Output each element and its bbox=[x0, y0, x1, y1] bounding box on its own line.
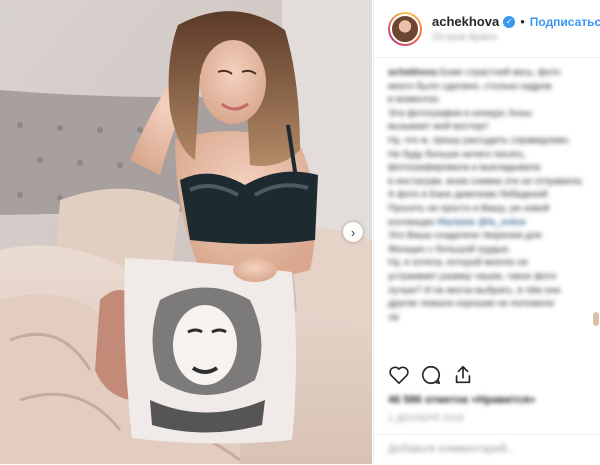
header-text: achekhova ✓ • Подписаться Остров Бранч bbox=[432, 14, 600, 43]
like-button[interactable] bbox=[388, 364, 410, 386]
follow-button[interactable]: Подписаться bbox=[530, 15, 600, 29]
caption-author[interactable]: achekhova bbox=[388, 67, 437, 78]
caption-line: Просить не просто и Вашу, уж новой bbox=[388, 202, 550, 214]
post-date: 1 ДЕКАБРЯ 2018 bbox=[388, 413, 464, 423]
comment-icon bbox=[421, 365, 441, 385]
carousel-next-button[interactable]: › bbox=[343, 222, 363, 242]
action-bar bbox=[388, 364, 474, 386]
location-link[interactable]: Остров Бранч bbox=[432, 32, 600, 43]
post-photo[interactable]: › bbox=[0, 0, 372, 464]
share-button[interactable] bbox=[452, 364, 474, 386]
caption-scrollbar[interactable] bbox=[593, 312, 599, 326]
avatar-image bbox=[390, 13, 420, 44]
caption-line: коллекции bbox=[388, 216, 434, 228]
post-caption: achekhova Боже страстней весь, фото мног… bbox=[388, 66, 593, 324]
caption-line: Эта фотография в конкурс Анны bbox=[388, 107, 533, 119]
caption-line: Ну, что ж, прошу рассудить справедливо. bbox=[388, 134, 571, 146]
username-link[interactable]: achekhova bbox=[432, 14, 499, 29]
comment-button[interactable] bbox=[420, 364, 442, 386]
caption-line: Ну, я хотела, которой многих не bbox=[388, 257, 528, 269]
comment-box: Добавьте комментарий... bbox=[374, 434, 600, 465]
caption-line: Боже страстней весь, фото bbox=[439, 67, 561, 78]
caption-line: Женщин с большой грудью. bbox=[388, 243, 511, 255]
header-row: achekhova ✓ • Подписаться bbox=[432, 14, 600, 29]
share-icon bbox=[455, 365, 471, 384]
verified-badge-icon: ✓ bbox=[503, 15, 516, 28]
caption-line: Не буду больше ничего писать, bbox=[388, 148, 527, 160]
instagram-post: › achekhova ✓ • Подписаться Остров Бранч… bbox=[0, 0, 600, 464]
heart-icon bbox=[389, 366, 409, 384]
caption-line: вызывает мой восторг! bbox=[388, 121, 489, 133]
caption-line: другие лежали хорошие не положили bbox=[388, 298, 555, 310]
caption-line: ли bbox=[388, 311, 399, 323]
avatar[interactable] bbox=[388, 11, 422, 46]
caption-line: устраивает размер чашки, такое фото bbox=[388, 270, 557, 282]
chevron-right-icon: › bbox=[350, 224, 356, 240]
post-header: achekhova ✓ • Подписаться Остров Бранч bbox=[374, 0, 600, 58]
separator: • bbox=[520, 14, 525, 29]
post-side-panel: achekhova ✓ • Подписаться Остров Бранч a… bbox=[373, 0, 600, 464]
caption-line: А фото в Бане девочкам Лебединой bbox=[388, 189, 548, 201]
caption-line: в моментах bbox=[388, 94, 439, 106]
caption-line: лучше? И не могла выбрать, в чём они bbox=[388, 284, 561, 296]
hashtag-link[interactable]: #fantasie bbox=[437, 217, 476, 228]
likes-count[interactable]: 46 586 отметок «Нравится» bbox=[388, 394, 536, 406]
mention-link[interactable]: @fa_online bbox=[478, 217, 526, 228]
photo-illustration bbox=[0, 0, 372, 464]
caption-line: Это Ваша создатели творения для bbox=[388, 230, 542, 242]
comment-input[interactable]: Добавьте комментарий... bbox=[388, 443, 516, 455]
caption-line: много было сделано, столько кадров bbox=[388, 80, 552, 92]
caption-line: в инстаграм, всем снимки эти не отправил… bbox=[388, 175, 584, 187]
caption-line: фотографировала и выкладывала bbox=[388, 162, 541, 174]
